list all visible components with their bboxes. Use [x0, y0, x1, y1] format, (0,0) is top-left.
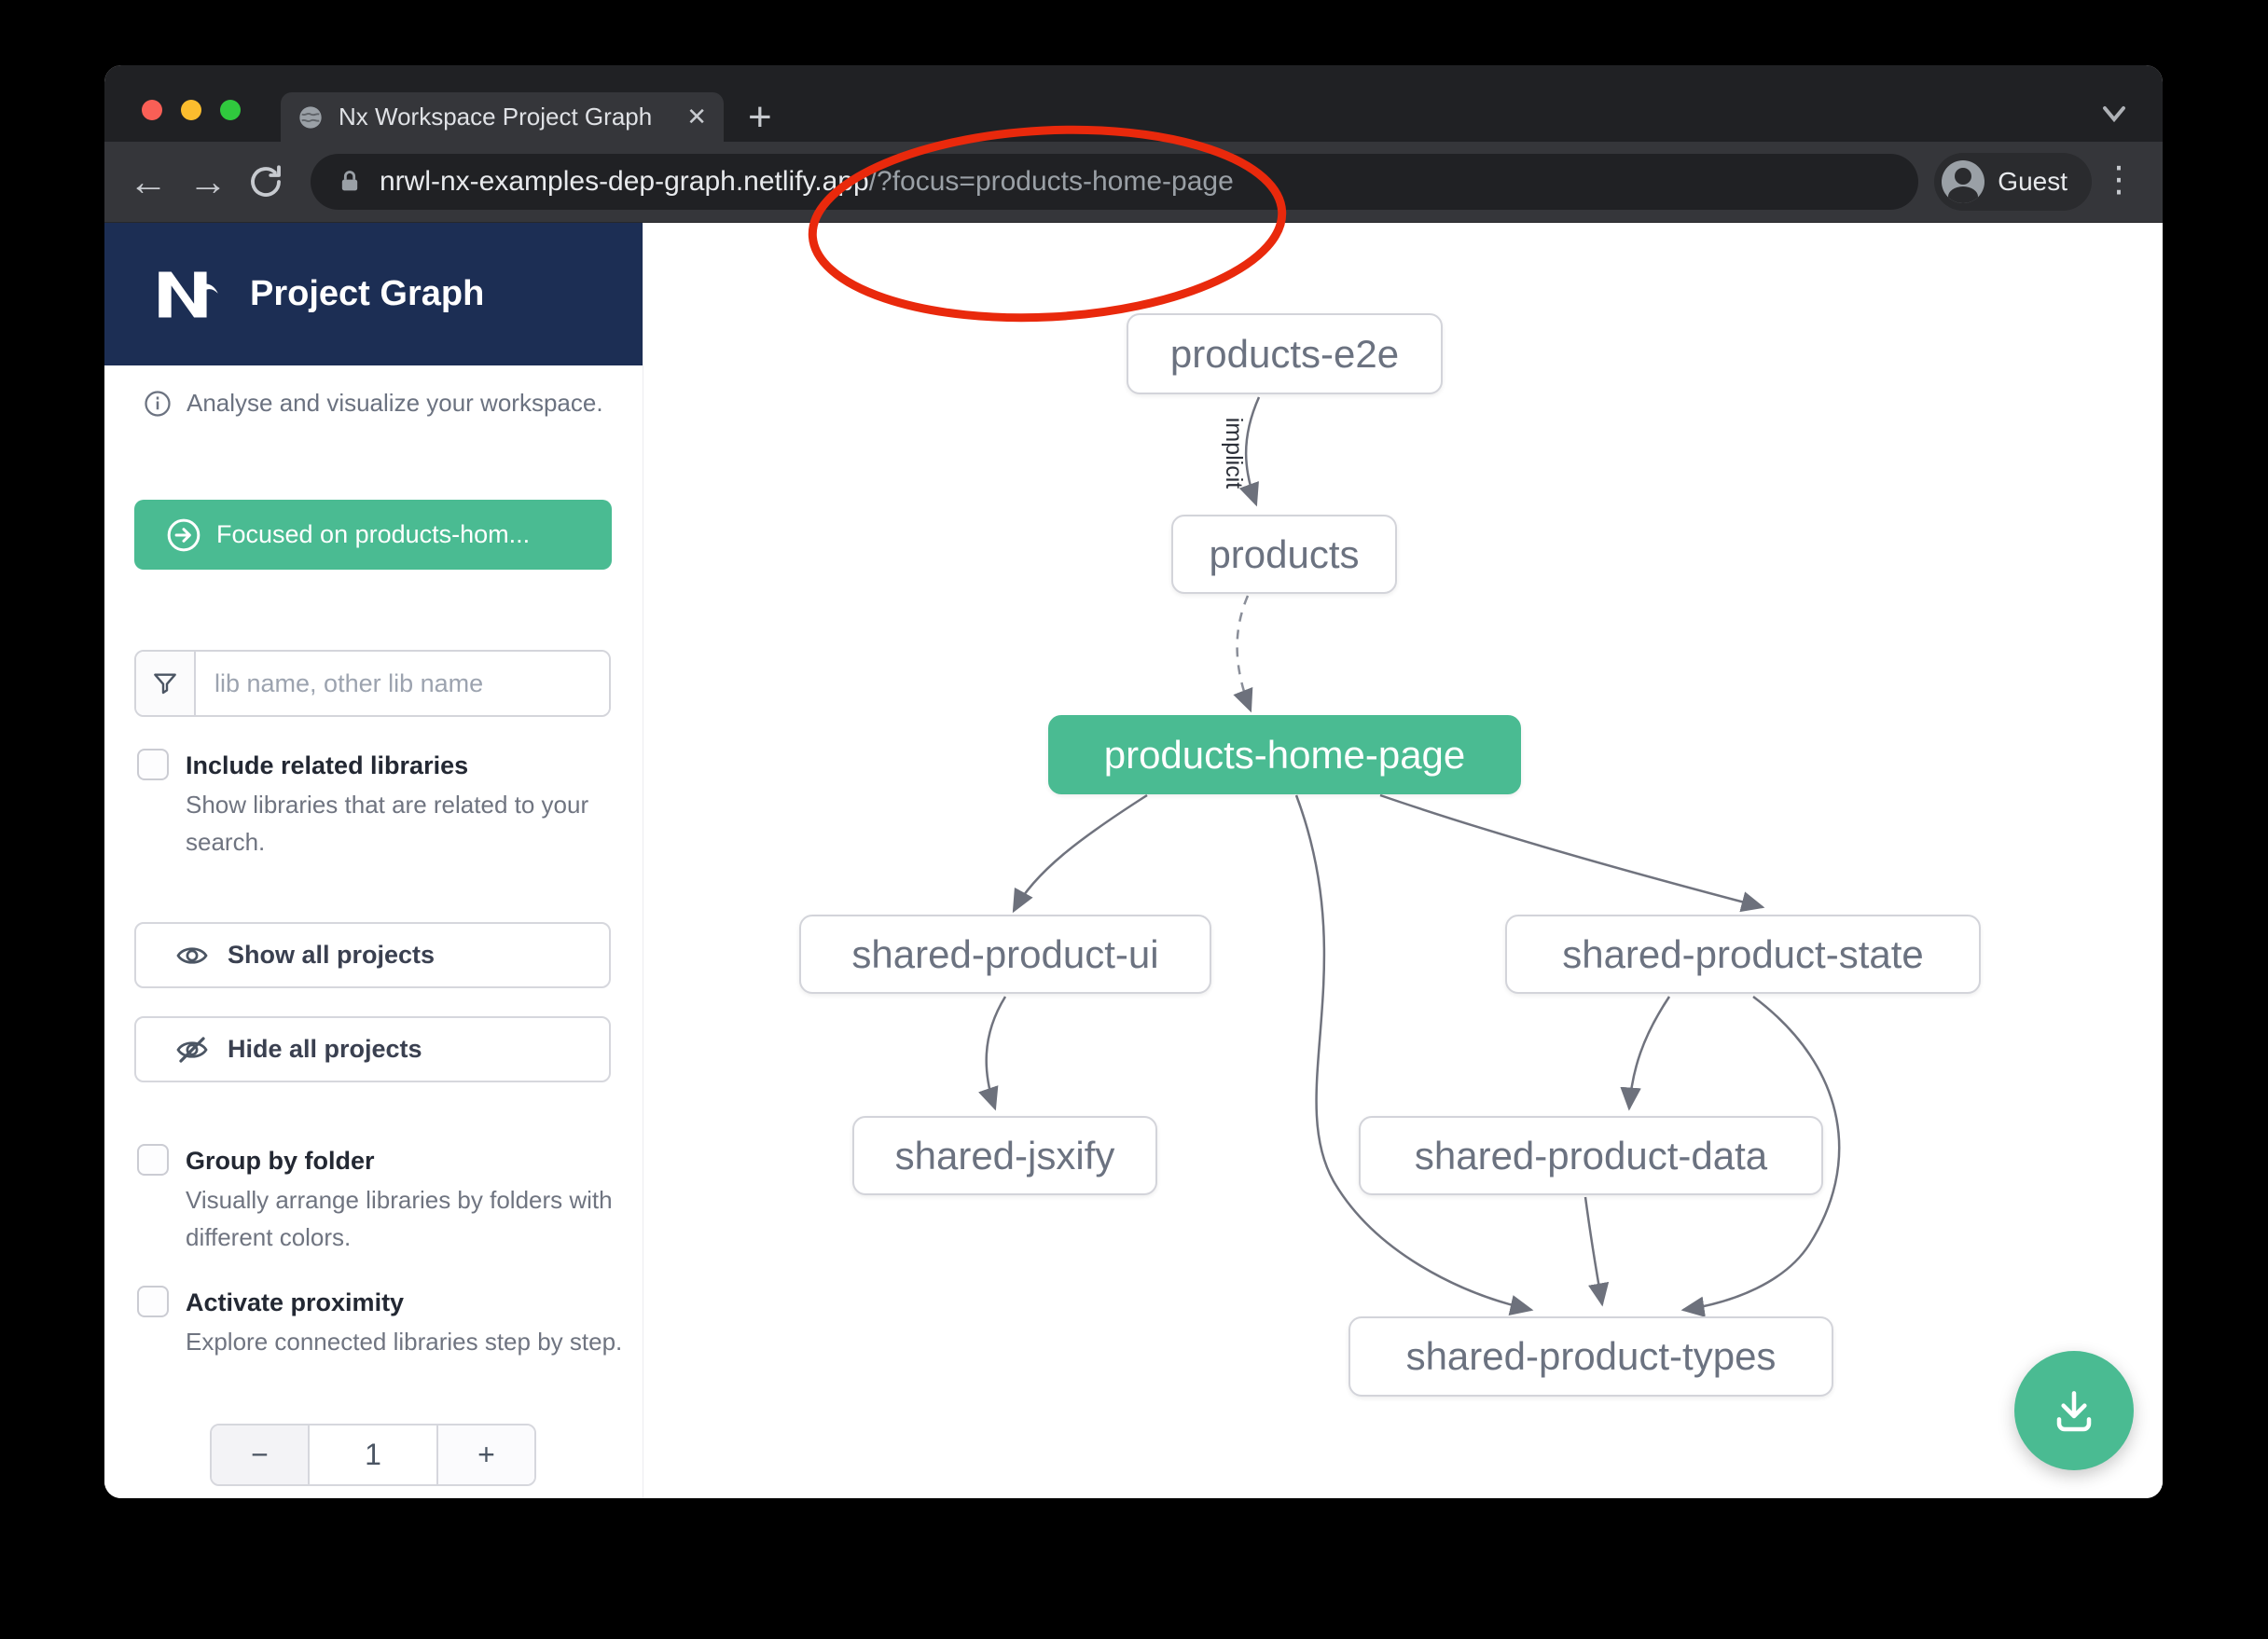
tab-close-icon[interactable]: ✕	[686, 103, 707, 131]
url-query: /?focus=products-home-page	[869, 166, 1234, 197]
screen: { "browser": { "tab": { "title": "Nx Wor…	[0, 0, 2268, 1639]
sidebar-header: Project Graph	[104, 223, 643, 365]
node-shared-product-types[interactable]: shared-product-types	[1348, 1316, 1833, 1397]
proximity-stepper: − 1 +	[210, 1424, 536, 1486]
minimize-window-button[interactable]	[181, 100, 201, 120]
stepper-increment-button[interactable]: +	[436, 1426, 534, 1484]
stepper-decrement-button[interactable]: −	[212, 1426, 310, 1484]
download-icon	[2044, 1381, 2104, 1440]
browser-tab[interactable]: Nx Workspace Project Graph ✕	[281, 92, 724, 142]
sidebar: Project Graph Analyse and visualize your…	[104, 223, 643, 1498]
tab-title: Nx Workspace Project Graph	[339, 103, 677, 131]
stepper-value[interactable]: 1	[310, 1426, 436, 1484]
funnel-icon	[136, 652, 196, 715]
show-all-projects-button[interactable]: Show all projects	[134, 922, 611, 988]
zoom-window-button[interactable]	[220, 100, 241, 120]
node-products[interactable]: products	[1171, 515, 1397, 594]
info-icon	[144, 390, 172, 418]
edge-label-implicit: implicit	[1222, 406, 1246, 500]
node-shared-product-ui[interactable]: shared-product-ui	[799, 915, 1211, 994]
activate-proximity-desc: Explore connected libraries step by step…	[186, 1323, 624, 1360]
globe-favicon-icon	[297, 104, 324, 131]
nx-logo-icon	[147, 254, 229, 336]
group-by-folder-checkbox[interactable]	[137, 1144, 169, 1176]
hide-all-projects-label: Hide all projects	[228, 1035, 422, 1064]
focused-button-label: Focused on products-hom...	[216, 520, 530, 549]
dependency-edges	[643, 223, 2163, 1498]
download-image-button[interactable]	[2014, 1351, 2134, 1470]
url-domain: nrwl-nx-examples-dep-graph.netlify.app	[380, 166, 869, 197]
avatar	[1942, 160, 1984, 203]
browser-window: Nx Workspace Project Graph ✕ + ← → nrwl-…	[104, 65, 2163, 1498]
tagline-row: Analyse and visualize your workspace.	[144, 389, 603, 418]
tagline-text: Analyse and visualize your workspace.	[187, 389, 603, 418]
focused-button[interactable]: Focused on products-hom...	[134, 500, 612, 570]
include-related-label: Include related libraries	[186, 747, 624, 784]
node-shared-product-state[interactable]: shared-product-state	[1505, 915, 1981, 994]
address-bar[interactable]: nrwl-nx-examples-dep-graph.netlify.app/?…	[311, 154, 1918, 210]
eye-off-icon	[175, 1033, 209, 1067]
browser-menu-icon[interactable]: ⋮	[2101, 158, 2137, 200]
include-related-row: Include related libraries Show libraries…	[137, 747, 624, 861]
chevron-down-icon[interactable]	[2095, 103, 2133, 127]
show-all-projects-label: Show all projects	[228, 941, 435, 970]
profile-label: Guest	[1998, 167, 2067, 197]
group-by-folder-desc: Visually arrange libraries by folders wi…	[186, 1181, 624, 1256]
filter-box	[134, 650, 611, 717]
node-shared-jsxify[interactable]: shared-jsxify	[852, 1116, 1157, 1195]
include-related-checkbox[interactable]	[137, 749, 169, 780]
app-title: Project Graph	[250, 274, 484, 314]
eye-icon	[175, 939, 209, 972]
lock-icon	[337, 167, 363, 197]
arrow-right-circle-icon	[166, 517, 201, 553]
back-button[interactable]: ←	[129, 142, 168, 222]
graph-canvas[interactable]: implicit products-e2e products products-…	[643, 223, 2163, 1498]
activate-proximity-checkbox[interactable]	[137, 1286, 169, 1317]
refresh-button[interactable]	[246, 142, 285, 222]
forward-button[interactable]: →	[188, 142, 228, 222]
group-by-folder-label: Group by folder	[186, 1142, 624, 1179]
group-by-folder-row: Group by folder Visually arrange librari…	[137, 1142, 624, 1256]
close-window-button[interactable]	[142, 100, 162, 120]
new-tab-button[interactable]: +	[748, 93, 772, 142]
page-content: Project Graph Analyse and visualize your…	[104, 223, 2163, 1498]
traffic-lights	[142, 100, 241, 120]
hide-all-projects-button[interactable]: Hide all projects	[134, 1016, 611, 1082]
node-shared-product-data[interactable]: shared-product-data	[1359, 1116, 1823, 1195]
node-products-home-page[interactable]: products-home-page	[1048, 715, 1521, 794]
activate-proximity-row: Activate proximity Explore connected lib…	[137, 1284, 624, 1360]
filter-input[interactable]	[196, 652, 609, 715]
tab-strip: Nx Workspace Project Graph ✕ +	[104, 65, 2163, 142]
node-products-e2e[interactable]: products-e2e	[1127, 313, 1443, 394]
include-related-desc: Show libraries that are related to your …	[186, 786, 624, 861]
profile-button[interactable]: Guest	[1934, 153, 2092, 211]
url-text: nrwl-nx-examples-dep-graph.netlify.app/?…	[380, 166, 1234, 198]
browser-toolbar: ← → nrwl-nx-examples-dep-graph.netlify.a…	[104, 142, 2163, 223]
activate-proximity-label: Activate proximity	[186, 1284, 624, 1321]
